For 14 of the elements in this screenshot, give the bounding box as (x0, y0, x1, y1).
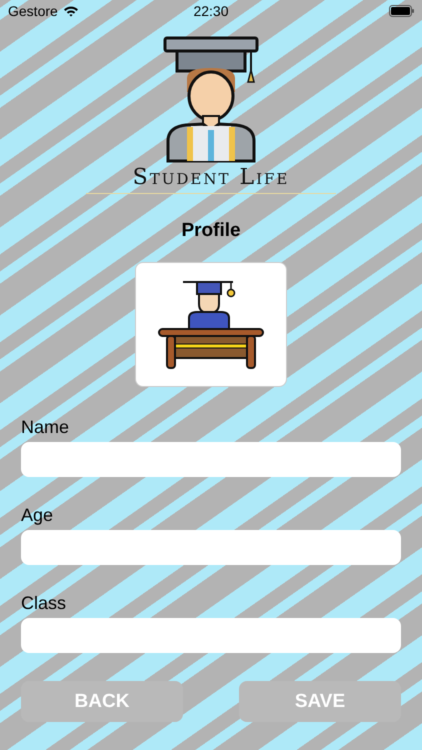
field-label: Age (21, 505, 54, 526)
text-input-field[interactable] (21, 442, 401, 477)
carrier-name: Gestore (8, 3, 58, 19)
text-input-field[interactable] (21, 530, 401, 565)
wifi-icon (62, 5, 79, 17)
field-label: Name (21, 417, 70, 438)
field-label: Class (21, 593, 68, 614)
page-title: Profile (180, 220, 242, 242)
battery-icon (388, 5, 414, 17)
clock-time: 22:30 (193, 3, 229, 19)
action-button[interactable]: SAVE (239, 681, 401, 722)
action-button[interactable]: BACK (21, 681, 183, 722)
app-logo-title: Student Life (132, 165, 290, 190)
text-input-field[interactable] (21, 618, 401, 653)
